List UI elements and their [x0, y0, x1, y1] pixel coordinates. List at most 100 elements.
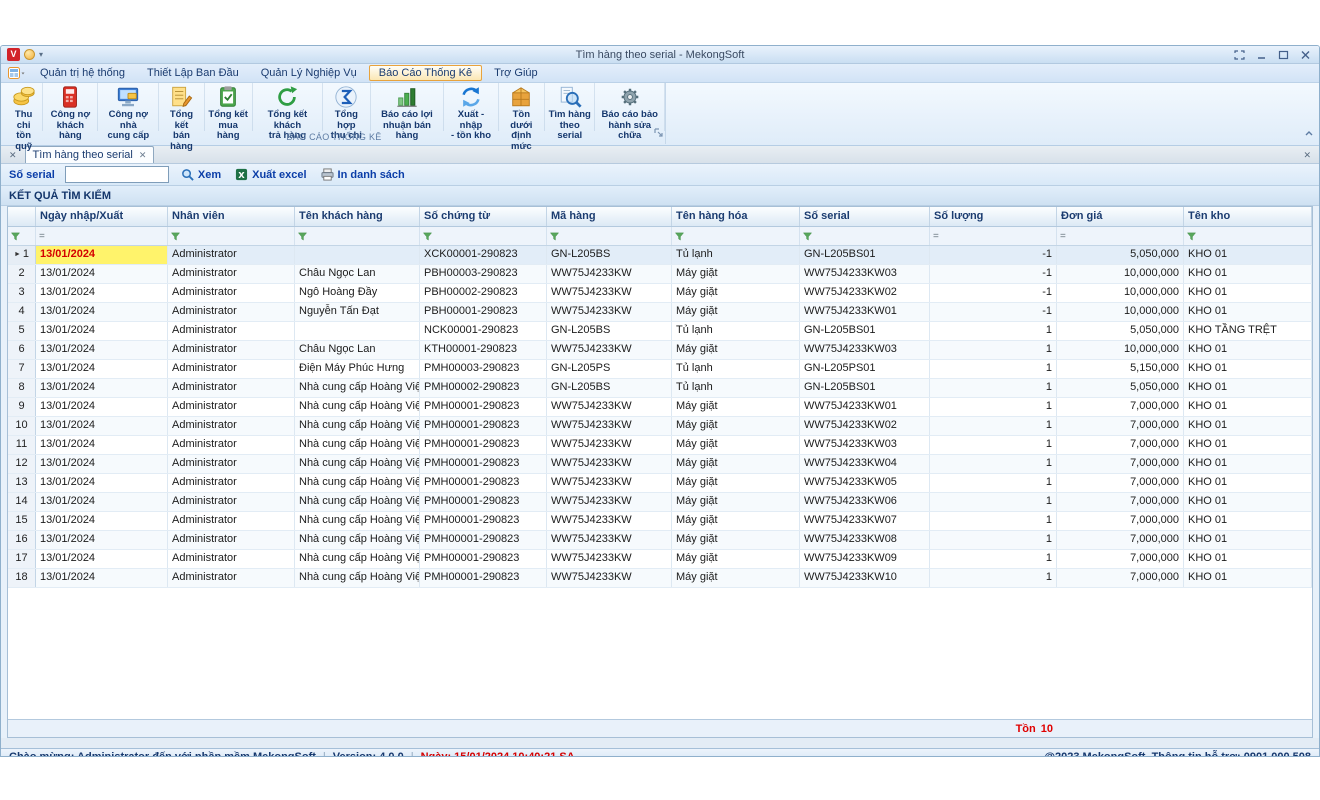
filter-cell-price[interactable]: = [1057, 227, 1184, 245]
cell-code: WW75J4233KW [547, 474, 672, 492]
cell-customer: Nhà cung cấp Hoàng Việt [295, 531, 420, 549]
cell-qty: 1 [930, 379, 1057, 397]
cell-customer: Châu Ngọc Lan [295, 265, 420, 283]
table-row[interactable]: 1313/01/2024AdministratorNhà cung cấp Ho… [8, 474, 1312, 493]
customer-debt-icon [58, 85, 82, 109]
table-row[interactable]: 1513/01/2024AdministratorNhà cung cấp Ho… [8, 512, 1312, 531]
cell-date: 13/01/2024 [36, 379, 168, 397]
dialog-launcher-icon[interactable] [654, 124, 663, 142]
table-row[interactable]: 813/01/2024AdministratorNhà cung cấp Hoà… [8, 379, 1312, 398]
column-header-name[interactable]: Tên hàng hóa [672, 207, 800, 226]
column-header-serial[interactable]: Số serial [800, 207, 930, 226]
cell-serial: WW75J4233KW01 [800, 303, 930, 321]
filter-cell-warehouse[interactable] [1184, 227, 1312, 245]
report-customer-returns-button[interactable]: Tổng kết khách trả hàng [253, 83, 324, 131]
table-row[interactable]: 1713/01/2024AdministratorNhà cung cấp Ho… [8, 550, 1312, 569]
document-tab-close-icon[interactable]: ✕ [139, 150, 147, 161]
table-row[interactable]: 413/01/2024AdministratorNguyễn Tấn ĐạtPB… [8, 303, 1312, 322]
report-supplier-debt-button[interactable]: Công nợ nhà cung cấp [98, 83, 159, 131]
filter-cell-serial[interactable] [800, 227, 930, 245]
cell-rownum: 11 [8, 436, 36, 454]
column-header-doc[interactable]: Số chứng từ [420, 207, 547, 226]
column-header-staff[interactable]: Nhân viên [168, 207, 295, 226]
report-cash-fund-button[interactable]: Thu chi tồn quỹ [5, 83, 43, 131]
report-sales-summary-button[interactable]: Tổng kết bán hàng [159, 83, 205, 131]
cell-doc: PBH00003-290823 [420, 265, 547, 283]
grid-header-row: Ngày nhập/XuấtNhân viênTên khách hàngSố … [8, 207, 1312, 227]
menu-tab-1[interactable]: Quản trị hệ thống [30, 65, 135, 81]
report-inventory-flow-button[interactable]: Xuất - nhập - tồn kho [444, 83, 498, 131]
table-row[interactable]: 1613/01/2024AdministratorNhà cung cấp Ho… [8, 531, 1312, 550]
table-row[interactable]: 1013/01/2024AdministratorNhà cung cấp Ho… [8, 417, 1312, 436]
report-min-stock-button[interactable]: Tồn dưới định mức [499, 83, 545, 131]
filter-cell-date[interactable]: = [36, 227, 168, 245]
menubar: Quản trị hệ thốngThiết Lập Ban ĐầuQuản L… [1, 64, 1319, 83]
filter-cell-code[interactable] [547, 227, 672, 245]
table-row[interactable]: 513/01/2024AdministratorNCK00001-290823G… [8, 322, 1312, 341]
grid-body[interactable]: ►113/01/2024AdministratorXCK00001-290823… [8, 246, 1312, 719]
minimize-button[interactable] [1253, 48, 1269, 61]
table-row[interactable]: 713/01/2024AdministratorĐiện Máy Phúc Hư… [8, 360, 1312, 379]
cell-name: Máy giặt [672, 569, 800, 587]
table-row[interactable]: ►113/01/2024AdministratorXCK00001-290823… [8, 246, 1312, 265]
app-menu-button[interactable] [5, 67, 28, 80]
column-header-warehouse[interactable]: Tên kho [1184, 207, 1312, 226]
table-row[interactable]: 1813/01/2024AdministratorNhà cung cấp Ho… [8, 569, 1312, 588]
report-sales-profit-button[interactable]: Báo cáo lợi nhuận bán hàng [371, 83, 445, 131]
filter-cell-rownum[interactable] [8, 227, 36, 245]
table-row[interactable]: 613/01/2024AdministratorChâu Ngọc LanKTH… [8, 341, 1312, 360]
filter-cell-name[interactable] [672, 227, 800, 245]
cell-price: 5,050,000 [1057, 379, 1184, 397]
report-customer-debt-button[interactable]: Công nợ khách hàng [43, 83, 98, 131]
tabbar-right-close-icon[interactable]: ✕ [1303, 150, 1311, 161]
cell-name: Máy giặt [672, 417, 800, 435]
close-button[interactable] [1297, 48, 1313, 61]
column-header-date[interactable]: Ngày nhập/Xuất [36, 207, 168, 226]
menu-tab-3[interactable]: Quản Lý Nghiệp Vụ [251, 65, 367, 81]
menu-tab-2[interactable]: Thiết Lập Ban Đầu [137, 65, 249, 81]
app-logo-icon[interactable]: V [7, 48, 20, 61]
funnel-icon [803, 232, 812, 241]
table-row[interactable]: 1113/01/2024AdministratorNhà cung cấp Ho… [8, 436, 1312, 455]
export-excel-button[interactable]: X Xuất excel [233, 168, 308, 181]
table-row[interactable]: 1413/01/2024AdministratorNhà cung cấp Ho… [8, 493, 1312, 512]
printer-icon [321, 168, 334, 181]
serial-input[interactable] [65, 166, 169, 183]
column-header-customer[interactable]: Tên khách hàng [295, 207, 420, 226]
cell-warehouse: KHO 01 [1184, 303, 1312, 321]
menu-tab-4[interactable]: Báo Cáo Thống Kê [369, 65, 482, 81]
returns-summary-icon [275, 85, 299, 109]
table-row[interactable]: 213/01/2024AdministratorChâu Ngọc LanPBH… [8, 265, 1312, 284]
column-header-qty[interactable]: Số lượng [930, 207, 1057, 226]
column-header-rownum[interactable] [8, 207, 36, 226]
maximize-button[interactable] [1275, 48, 1291, 61]
column-header-code[interactable]: Mã hàng [547, 207, 672, 226]
filter-cell-qty[interactable]: = [930, 227, 1057, 245]
report-purchase-summary-button[interactable]: Tổng kết mua hàng [205, 83, 253, 131]
report-income-expense-button[interactable]: Tổng hợp thu chi [323, 83, 370, 131]
cell-price: 10,000,000 [1057, 341, 1184, 359]
table-row[interactable]: 1213/01/2024AdministratorNhà cung cấp Ho… [8, 455, 1312, 474]
filter-cell-doc[interactable] [420, 227, 547, 245]
table-row[interactable]: 913/01/2024AdministratorNhà cung cấp Hoà… [8, 398, 1312, 417]
table-row[interactable]: 313/01/2024AdministratorNgô Hoàng ĐầyPBH… [8, 284, 1312, 303]
view-button[interactable]: Xem [179, 168, 223, 181]
fullscreen-button[interactable] [1231, 48, 1247, 61]
menu-tab-5[interactable]: Trợ Giúp [484, 65, 547, 81]
excel-icon: X [235, 168, 248, 181]
cell-staff: Administrator [168, 322, 295, 340]
filter-cell-staff[interactable] [168, 227, 295, 245]
report-find-serial-button[interactable]: Tìm hàng theo serial [545, 83, 595, 131]
cell-price: 10,000,000 [1057, 303, 1184, 321]
filter-cell-customer[interactable] [295, 227, 420, 245]
column-header-price[interactable]: Đơn giá [1057, 207, 1184, 226]
quick-access-dropdown-icon[interactable]: ▾ [39, 50, 43, 59]
window-controls [1193, 48, 1313, 61]
cell-code: WW75J4233KW [547, 265, 672, 283]
print-list-button[interactable]: In danh sách [319, 168, 407, 181]
cell-price: 7,000,000 [1057, 455, 1184, 473]
cell-rownum: 5 [8, 322, 36, 340]
ribbon-collapse-icon[interactable] [1304, 124, 1314, 142]
document-tab-find-serial[interactable]: Tìm hàng theo serial ✕ [25, 146, 155, 163]
quick-access-icon[interactable] [24, 49, 35, 60]
